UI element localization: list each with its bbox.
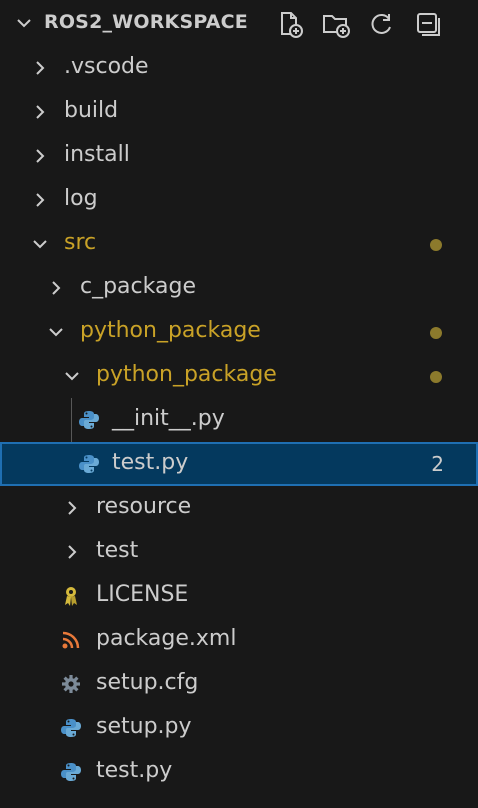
tree-item-label: package.xml: [96, 626, 237, 651]
tree-item-label: __init__.py: [112, 406, 225, 431]
python-file-icon: [61, 719, 81, 737]
tree-item-label: python_package: [96, 362, 277, 387]
chevron-down-icon: [49, 328, 63, 337]
explorer-actions: [272, 8, 446, 40]
new-file-button[interactable]: [272, 8, 308, 40]
tree-item-setup-py[interactable]: setup.py: [0, 706, 478, 750]
tree-item-label: test.py: [96, 758, 173, 783]
chevron-down-icon[interactable]: [14, 13, 34, 33]
tree-item-label: resource: [96, 494, 192, 519]
tree-item-python-package-inner[interactable]: python_package: [0, 354, 478, 398]
chevron-right-icon: [36, 193, 45, 207]
file-tree: .vscode build install log src c_package: [0, 46, 478, 794]
tree-item-label: setup.py: [96, 714, 192, 739]
new-file-icon: [281, 12, 303, 38]
tree-item-label: src: [64, 230, 97, 255]
python-file-icon: [79, 411, 99, 429]
tree-item-build[interactable]: build: [0, 90, 478, 134]
tree-item-label: c_package: [80, 274, 196, 299]
gear-icon: [62, 675, 80, 693]
new-folder-button[interactable]: [318, 8, 354, 40]
tree-item-init-py[interactable]: __init__.py: [0, 398, 478, 442]
tree-item-python-package[interactable]: python_package: [0, 310, 478, 354]
new-folder-icon: [323, 15, 350, 38]
tree-item-setup-cfg[interactable]: setup.cfg: [0, 662, 478, 706]
chevron-down-icon: [65, 372, 79, 381]
explorer-header[interactable]: ROS2_WORKSPACE: [0, 0, 478, 44]
tree-item-resource[interactable]: resource: [0, 486, 478, 530]
chevron-right-icon: [68, 545, 77, 559]
tree-item-license[interactable]: LICENSE: [0, 574, 478, 618]
tree-item-label: LICENSE: [96, 582, 189, 607]
chevron-down-icon: [33, 240, 47, 249]
tree-item-label: setup.cfg: [96, 670, 199, 695]
tree-item-vscode[interactable]: .vscode: [0, 46, 478, 90]
tree-item-label: log: [64, 186, 98, 211]
python-file-icon: [61, 763, 81, 781]
tree-item-test-folder[interactable]: test: [0, 530, 478, 574]
collapse-all-button[interactable]: [410, 8, 446, 40]
workspace-title: ROS2_WORKSPACE: [44, 11, 248, 33]
rss-icon: [62, 631, 80, 649]
chevron-right-icon: [36, 105, 45, 119]
tree-item-label: build: [64, 98, 119, 123]
tree-item-c-package[interactable]: c_package: [0, 266, 478, 310]
tree-item-package-xml[interactable]: package.xml: [0, 618, 478, 662]
chevron-right-icon: [36, 149, 45, 163]
tree-item-label: test: [96, 538, 139, 563]
refresh-icon: [371, 14, 391, 34]
chevron-right-icon: [68, 501, 77, 515]
tree-item-label: .vscode: [64, 54, 149, 79]
tree-item-log[interactable]: log: [0, 178, 478, 222]
tree-item-label: install: [64, 142, 130, 167]
tree-item-test-py-selected[interactable]: test.py 2: [0, 442, 478, 486]
modified-indicator: [430, 239, 442, 251]
chevron-right-icon: [36, 61, 45, 75]
modified-indicator: [430, 327, 442, 339]
tree-item-test-py[interactable]: test.py: [0, 750, 478, 794]
modified-indicator: [430, 371, 442, 383]
problem-count-badge: 2: [431, 452, 444, 476]
tree-item-label: test.py: [112, 450, 189, 475]
license-icon: [65, 587, 77, 606]
refresh-button[interactable]: [364, 8, 400, 40]
explorer-panel: ROS2_WORKSPACE .vscode build install log…: [0, 0, 478, 808]
python-file-icon: [79, 455, 99, 473]
tree-item-src[interactable]: src: [0, 222, 478, 266]
collapse-all-icon: [417, 13, 440, 36]
tree-item-label: python_package: [80, 318, 261, 343]
chevron-right-icon: [52, 281, 61, 295]
tree-item-install[interactable]: install: [0, 134, 478, 178]
